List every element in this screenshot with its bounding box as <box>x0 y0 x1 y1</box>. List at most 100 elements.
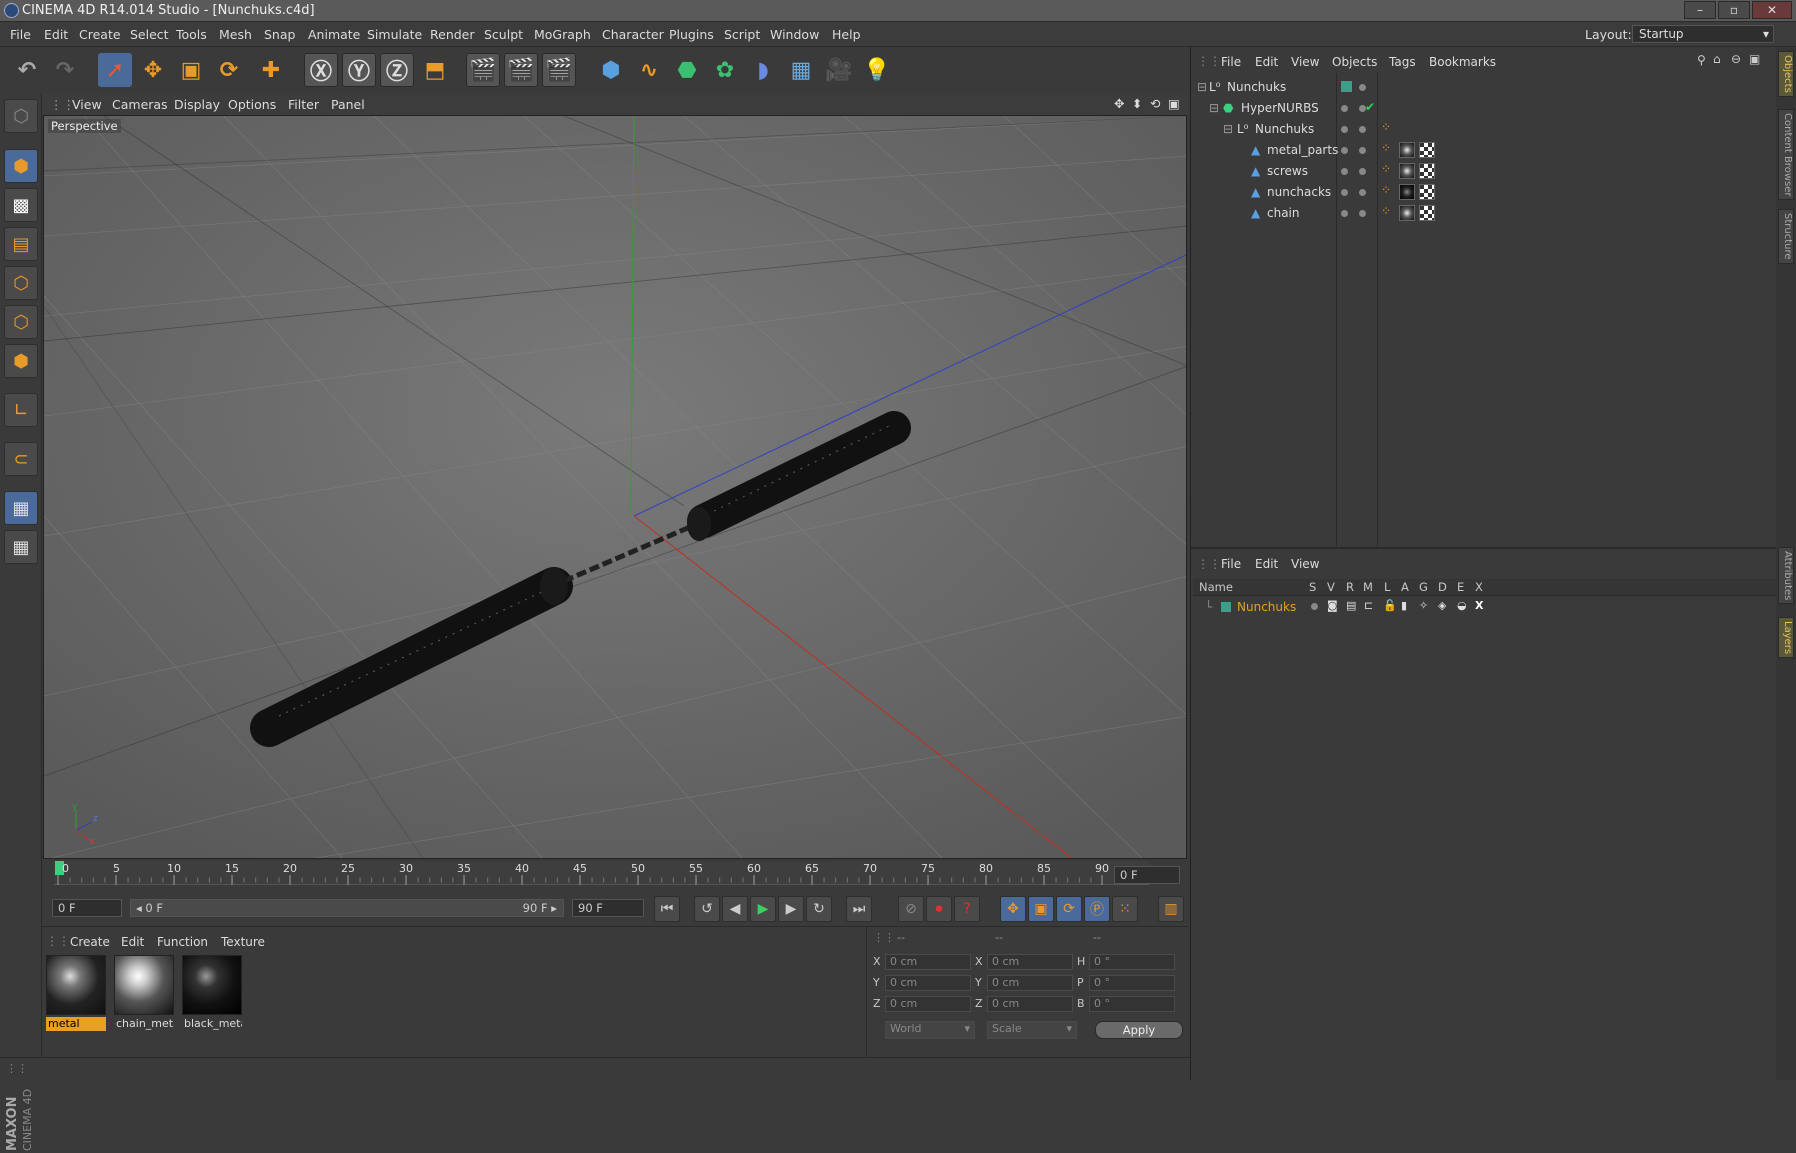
column-xref[interactable]: X <box>1475 580 1483 594</box>
redo-button[interactable]: ↷ <box>48 53 82 87</box>
layer-menu-view[interactable]: View <box>1291 557 1319 571</box>
generator-icon[interactable]: ✧ <box>1419 599 1428 612</box>
column-locked[interactable]: L <box>1384 580 1390 594</box>
snap-button[interactable]: ⊂ <box>4 442 38 476</box>
menu-render[interactable]: Render <box>430 27 475 42</box>
visibility-dot[interactable] <box>1341 168 1348 175</box>
undo-button[interactable]: ↶ <box>10 53 44 87</box>
visibility-dot[interactable] <box>1341 105 1348 112</box>
record-point-level-button[interactable]: ⁙ <box>1112 896 1138 922</box>
object-row[interactable]: ▲ chain ⁘ <box>1191 203 1777 224</box>
menu-simulate[interactable]: Simulate <box>367 27 422 42</box>
layer-row[interactable]: └ Nunchuks ◙ ▤ ⊏ 🔓 ▮ ✧ ◈ ◒ X <box>1193 598 1777 616</box>
object-name[interactable]: metal_parts <box>1267 143 1338 157</box>
phong-tag-icon[interactable]: ⁘ <box>1381 204 1391 218</box>
record-keys-button[interactable]: ⊘ <box>898 896 924 922</box>
menu-window[interactable]: Window <box>770 27 819 42</box>
edges-mode-button[interactable]: ⬡ <box>4 305 38 339</box>
cube-object-button[interactable]: ⬢ <box>594 53 628 87</box>
menu-mograph[interactable]: MoGraph <box>534 27 591 42</box>
move-tool-button[interactable]: ✥ <box>136 53 170 87</box>
pan-view-icon[interactable]: ✥ <box>1114 96 1124 111</box>
menu-edit[interactable]: Edit <box>44 27 68 42</box>
object-name[interactable]: Nunchuks <box>1255 122 1314 136</box>
visibility-dot[interactable] <box>1341 189 1348 196</box>
visibility-dot[interactable] <box>1341 126 1348 133</box>
maximize-panel-icon[interactable]: ▣ <box>1749 52 1760 66</box>
material-tag-icon[interactable] <box>1399 205 1415 221</box>
viewport-menu-panel[interactable]: Panel <box>331 97 365 112</box>
current-frame-field[interactable]: 0 F <box>1114 866 1180 884</box>
viewport-menu-display[interactable]: Display <box>174 97 220 112</box>
object-name[interactable]: HyperNURBS <box>1241 101 1319 115</box>
menu-help[interactable]: Help <box>832 27 861 42</box>
mograph-cloner-button[interactable]: ✿ <box>708 53 742 87</box>
spline-button[interactable]: ∿ <box>632 53 666 87</box>
rotate-view-icon[interactable]: ⟲ <box>1150 96 1160 111</box>
collapse-icon[interactable]: ⊟ <box>1197 80 1207 94</box>
position-y-field[interactable]: 0 cm <box>885 975 971 991</box>
position-x-field[interactable]: 0 cm <box>885 954 971 970</box>
lock-icon[interactable]: 🔓 <box>1383 599 1397 612</box>
menu-sculpt[interactable]: Sculpt <box>484 27 523 42</box>
material-label[interactable]: chain_meta <box>114 1017 174 1031</box>
phong-tag-icon[interactable]: ⁘ <box>1381 162 1391 176</box>
render-dot[interactable] <box>1359 147 1366 154</box>
size-y-field[interactable]: 0 cm <box>987 975 1073 991</box>
record-parameter-button[interactable]: Ⓟ <box>1084 896 1110 922</box>
zoom-view-icon[interactable]: ⬍ <box>1132 96 1142 111</box>
menu-select[interactable]: Select <box>130 27 169 42</box>
points-mode-button[interactable]: ⬡ <box>4 266 38 300</box>
workplane-lock-button[interactable]: ▦ <box>4 491 38 525</box>
visibility-dot[interactable] <box>1341 210 1348 217</box>
perspective-viewport[interactable]: Perspective y z x <box>43 115 1187 859</box>
render-dot[interactable] <box>1359 210 1366 217</box>
tab-objects[interactable]: Objects <box>1778 51 1794 97</box>
make-editable-button[interactable]: ⬡ <box>4 99 38 133</box>
rotation-h-field[interactable]: 0 ° <box>1089 954 1175 970</box>
create-object-button[interactable]: ✚ <box>254 53 288 87</box>
visibility-dot[interactable] <box>1341 147 1348 154</box>
keyframe-selection-button[interactable]: ? <box>954 896 980 922</box>
axis-mode-button[interactable]: ∟ <box>4 393 38 427</box>
menu-character[interactable]: Character <box>602 27 664 42</box>
nurbs-button[interactable]: ⬣ <box>670 53 704 87</box>
record-rotation-button[interactable]: ⟳ <box>1056 896 1082 922</box>
polygons-mode-button[interactable]: ⬢ <box>4 344 38 378</box>
light-button[interactable]: 💡 <box>860 53 894 87</box>
x-axis-lock-button[interactable]: Ⓧ <box>304 53 338 87</box>
scale-tool-button[interactable]: ▣ <box>174 53 208 87</box>
close-button[interactable]: ✕ <box>1752 1 1792 19</box>
object-row[interactable]: ▲ metal_parts ⁘ <box>1191 140 1777 161</box>
column-solo[interactable]: S <box>1309 580 1316 594</box>
collapse-icon[interactable]: ⊟ <box>1209 101 1219 115</box>
uvw-tag-icon[interactable] <box>1419 184 1435 200</box>
timeline-ruler[interactable]: 0 5 10 15 20 25 30 35 40 45 50 55 60 65 … <box>42 859 1188 891</box>
next-key-button[interactable]: ↻ <box>806 896 832 922</box>
menu-plugins[interactable]: Plugins <box>669 27 714 42</box>
material-menu-function[interactable]: Function <box>157 935 208 949</box>
workplane-mode-button[interactable]: ▤ <box>4 227 38 261</box>
preview-end-field[interactable]: 90 F <box>572 899 644 917</box>
xref-icon[interactable]: X <box>1475 599 1483 612</box>
column-render[interactable]: R <box>1346 580 1354 594</box>
uvw-tag-icon[interactable] <box>1419 142 1435 158</box>
minimize-button[interactable]: – <box>1684 1 1716 19</box>
column-view[interactable]: V <box>1327 580 1335 594</box>
solo-toggle[interactable] <box>1311 603 1318 610</box>
play-button[interactable]: ▶ <box>750 896 776 922</box>
go-to-end-button[interactable]: ⏭ <box>846 896 872 922</box>
timeline-window-button[interactable]: ▥ <box>1158 896 1184 922</box>
layer-name[interactable]: Nunchuks <box>1237 600 1296 614</box>
material-menu-texture[interactable]: Texture <box>221 935 265 949</box>
texture-mode-button[interactable]: ▩ <box>4 188 38 222</box>
column-expressions[interactable]: E <box>1457 580 1464 594</box>
object-row[interactable]: ▲ screws ⁘ <box>1191 161 1777 182</box>
animation-icon[interactable]: ▮ <box>1401 599 1407 612</box>
menu-animate[interactable]: Animate <box>308 27 360 42</box>
autokey-button[interactable]: ⏺ <box>926 896 952 922</box>
next-frame-button[interactable]: ▶ <box>778 896 804 922</box>
coordinate-space-select[interactable]: World ▾ <box>885 1021 975 1039</box>
column-animation[interactable]: A <box>1401 580 1409 594</box>
menu-script[interactable]: Script <box>724 27 760 42</box>
